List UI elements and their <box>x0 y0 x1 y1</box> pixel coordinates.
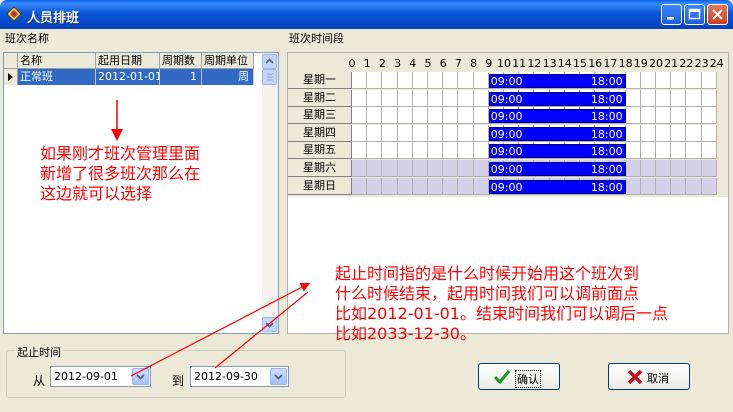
arrow-from-start-date <box>130 282 311 377</box>
arrow-from-end-date <box>214 291 309 369</box>
annotation-arrows <box>111 100 311 377</box>
main-window: 人员排班 班次名称 名称 起用日期 周期数 周期单位 正常班 2012-01-0… <box>0 0 733 412</box>
